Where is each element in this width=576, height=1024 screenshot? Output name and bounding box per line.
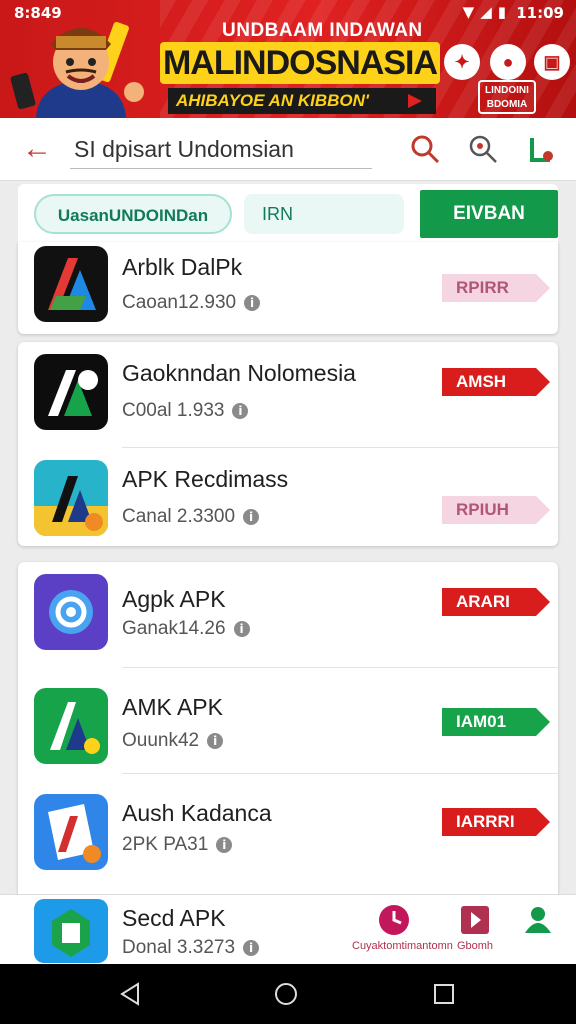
app-tag[interactable]: RPIUH bbox=[442, 496, 550, 524]
app-name: Agpk APK bbox=[122, 586, 226, 612]
app-meta: C00al 1.933 i bbox=[122, 400, 249, 422]
bottom-navigation: Secd APK Donal 3.3273 i Cuyaktomtimantomn… bbox=[0, 894, 576, 965]
app-name: Gaoknndan Nolomesia bbox=[122, 360, 356, 386]
list-item[interactable]: Gaoknndan Nolomesia C00al 1.933 i AMSH bbox=[18, 342, 558, 448]
app-icon bbox=[34, 794, 108, 870]
app-icon bbox=[34, 460, 108, 536]
app-tag[interactable]: AMSH bbox=[442, 368, 550, 396]
app-meta-text: Donal 3.3273 bbox=[122, 937, 236, 958]
app-card-1: Arblk DalPk Caoan12.930 i RPIRR bbox=[18, 184, 558, 334]
app-name: APK Recdimass bbox=[122, 466, 289, 492]
signal-icon: ◢ bbox=[480, 3, 492, 21]
banner-subtitle: AHIBAYOE AN KIBBON' bbox=[168, 88, 436, 114]
app-meta-text: Ouunk42 bbox=[122, 730, 200, 751]
app-tag[interactable]: IARRRI bbox=[442, 808, 550, 836]
app-name[interactable]: Secd APK bbox=[122, 905, 226, 932]
battery-icon: ▮ bbox=[497, 3, 506, 21]
app-tag[interactable]: IAM01 bbox=[442, 708, 550, 736]
search-underline bbox=[70, 168, 372, 169]
search-bar: ← SI dpisart Undomsian bbox=[0, 118, 576, 181]
nav-item-2[interactable]: Gbomh bbox=[448, 903, 502, 952]
profile-icon[interactable] bbox=[524, 132, 558, 166]
app-name: AMK APK bbox=[122, 694, 223, 720]
app-meta-text: Ganak14.26 bbox=[122, 618, 226, 639]
list-item[interactable]: Agpk APK Ganak14.26 i ARARI bbox=[18, 562, 558, 668]
status-time-right: 11:09 bbox=[516, 4, 564, 22]
app-meta-text: C00al 1.933 bbox=[122, 400, 225, 421]
app-meta-text: Canal 2.3300 bbox=[122, 506, 236, 527]
back-icon[interactable] bbox=[118, 982, 142, 1006]
home-icon[interactable] bbox=[274, 982, 298, 1006]
list-item[interactable]: AMK APK Ouunk42 i IAM01 bbox=[18, 668, 558, 774]
zoom-icon[interactable] bbox=[466, 132, 500, 166]
app-icon bbox=[34, 354, 108, 430]
banner-subtitle-text: AHIBAYOE AN KIBBON' bbox=[176, 91, 369, 110]
chat-icon[interactable]: ● bbox=[490, 44, 526, 80]
recents-icon[interactable] bbox=[432, 982, 456, 1006]
gift-icon[interactable]: ▣ bbox=[534, 44, 570, 80]
app-name: Arblk DalPk bbox=[122, 254, 243, 280]
info-icon[interactable]: i bbox=[216, 837, 233, 853]
status-bar: 8:849 ▼ ◢ ▮ 11:09 bbox=[0, 0, 576, 28]
nav-label-1: Cuyaktomtimantomn bbox=[352, 940, 453, 952]
app-meta-text: 2PK PA31 bbox=[122, 834, 209, 855]
banner-badge: LINDOINI BDOMIA bbox=[478, 80, 536, 114]
app-meta: Canal 2.3300 i bbox=[122, 506, 260, 528]
banner-title: MALINDOSNASIA bbox=[160, 42, 440, 84]
trophy-icon[interactable]: ✦ bbox=[444, 44, 480, 80]
app-meta-text: Caoan12.930 bbox=[122, 292, 237, 313]
play-icon bbox=[408, 94, 422, 108]
app-icon bbox=[34, 688, 108, 764]
wifi-icon: ▼ bbox=[462, 3, 475, 21]
info-icon[interactable]: i bbox=[244, 295, 261, 311]
info-icon[interactable]: i bbox=[243, 940, 260, 956]
app-meta: Caoan12.930 i bbox=[122, 292, 261, 314]
app-meta: Ganak14.26 i bbox=[122, 618, 250, 640]
search-icon[interactable] bbox=[408, 132, 442, 166]
list-item[interactable]: Arblk DalPk Caoan12.930 i RPIRR bbox=[18, 242, 558, 334]
clock-icon bbox=[379, 905, 409, 935]
info-icon[interactable]: i bbox=[243, 509, 260, 525]
app-name: Aush Kadanca bbox=[122, 800, 272, 826]
mascot-illustration bbox=[10, 21, 144, 118]
app-icon bbox=[34, 574, 108, 650]
app-icon bbox=[34, 246, 108, 322]
app-card-3: Agpk APK Ganak14.26 i ARARI AMK APK Ouunk… bbox=[18, 562, 558, 902]
info-icon[interactable]: i bbox=[232, 403, 249, 419]
back-arrow-icon[interactable]: ← bbox=[22, 134, 52, 164]
app-meta: 2PK PA31 i bbox=[122, 834, 233, 856]
nav-item-1[interactable]: Cuyaktomtimantomn bbox=[352, 903, 453, 952]
info-icon[interactable]: i bbox=[207, 733, 224, 749]
app-tag[interactable]: ARARI bbox=[442, 588, 550, 616]
bookmark-icon bbox=[461, 906, 489, 934]
app-tag[interactable]: RPIRR bbox=[442, 274, 550, 302]
search-input[interactable]: SI dpisart Undomsian bbox=[74, 136, 294, 163]
list-item[interactable]: APK Recdimass Canal 2.3300 i RPIUH bbox=[18, 448, 558, 546]
app-card-2: Gaoknndan Nolomesia C00al 1.933 i AMSH AP… bbox=[18, 342, 558, 546]
status-time-left: 8:849 bbox=[14, 4, 62, 22]
app-icon bbox=[34, 899, 108, 963]
system-navigation-bar bbox=[0, 964, 576, 1024]
list-item[interactable]: Aush Kadanca 2PK PA31 i IARRRI bbox=[18, 774, 558, 880]
person-icon bbox=[525, 907, 551, 933]
status-icons: ▼ ◢ ▮ bbox=[463, 3, 506, 21]
info-icon[interactable]: i bbox=[233, 621, 250, 637]
nav-label-2: Gbomh bbox=[456, 940, 494, 952]
nav-item-3[interactable] bbox=[516, 903, 560, 940]
app-meta: Donal 3.3273 i bbox=[122, 937, 260, 959]
app-meta: Ouunk42 i bbox=[122, 730, 224, 752]
